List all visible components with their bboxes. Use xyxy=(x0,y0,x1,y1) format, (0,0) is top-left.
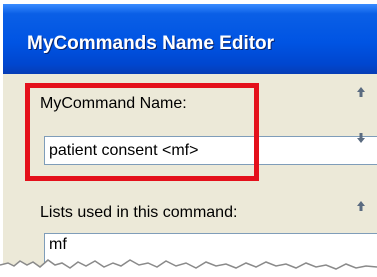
scroll-arrow-up-icon[interactable] xyxy=(356,200,366,212)
lists-used-label: Lists used in this command: xyxy=(40,204,238,221)
highlight-annotation xyxy=(25,83,259,181)
scroll-arrow-up-icon[interactable] xyxy=(356,86,366,98)
scroll-arrow-down-icon[interactable] xyxy=(356,132,366,144)
window-title: MyCommands Name Editor xyxy=(27,33,275,54)
title-bar[interactable]: MyCommands Name Editor xyxy=(3,4,377,74)
torn-paper-edge xyxy=(0,259,377,277)
